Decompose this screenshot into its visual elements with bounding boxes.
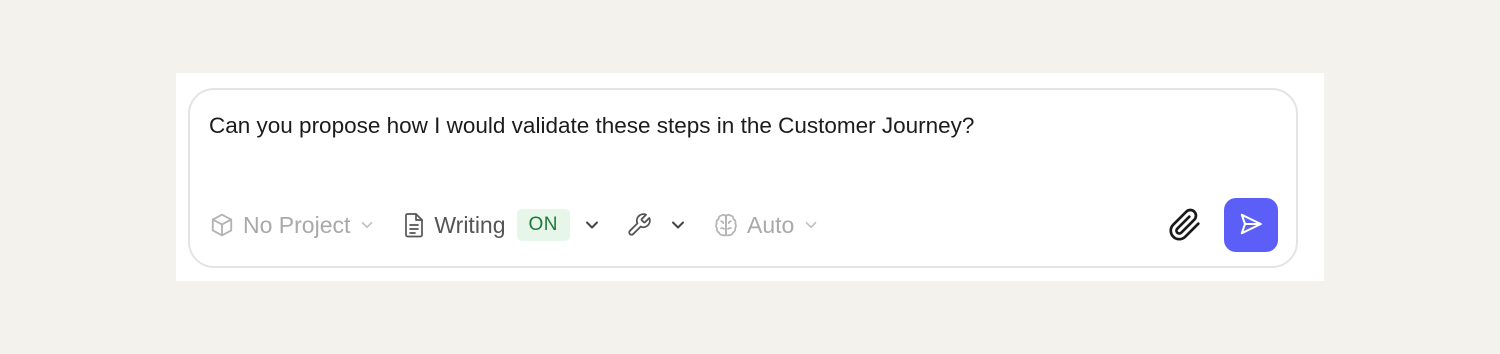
document-icon: [402, 212, 426, 238]
cube-icon: [209, 212, 235, 238]
message-input[interactable]: Can you propose how I would validate the…: [209, 113, 974, 139]
send-icon: [1238, 211, 1264, 240]
writing-status-badge: ON: [516, 209, 571, 241]
attach-button[interactable]: [1168, 205, 1202, 245]
chat-panel: Can you propose how I would validate the…: [176, 73, 1324, 281]
chevron-down-icon: [358, 216, 376, 234]
tools-selector[interactable]: [626, 205, 688, 245]
brain-icon: [713, 212, 739, 238]
paperclip-icon: [1168, 208, 1202, 242]
chevron-down-icon: [802, 216, 820, 234]
wrench-icon: [626, 212, 652, 238]
message-composer[interactable]: Can you propose how I would validate the…: [188, 88, 1298, 268]
model-label: Auto: [747, 211, 795, 238]
writing-toggle[interactable]: Writing ON: [402, 205, 602, 245]
send-button[interactable]: [1224, 198, 1278, 252]
chevron-down-icon: [668, 215, 688, 235]
project-selector[interactable]: No Project: [209, 205, 376, 245]
chevron-down-icon: [582, 215, 602, 235]
model-selector[interactable]: Auto: [713, 205, 820, 245]
project-label: No Project: [243, 211, 351, 238]
composer-toolbar: No Project Writing ON Auto: [209, 198, 1278, 252]
writing-label: Writing: [434, 211, 506, 238]
